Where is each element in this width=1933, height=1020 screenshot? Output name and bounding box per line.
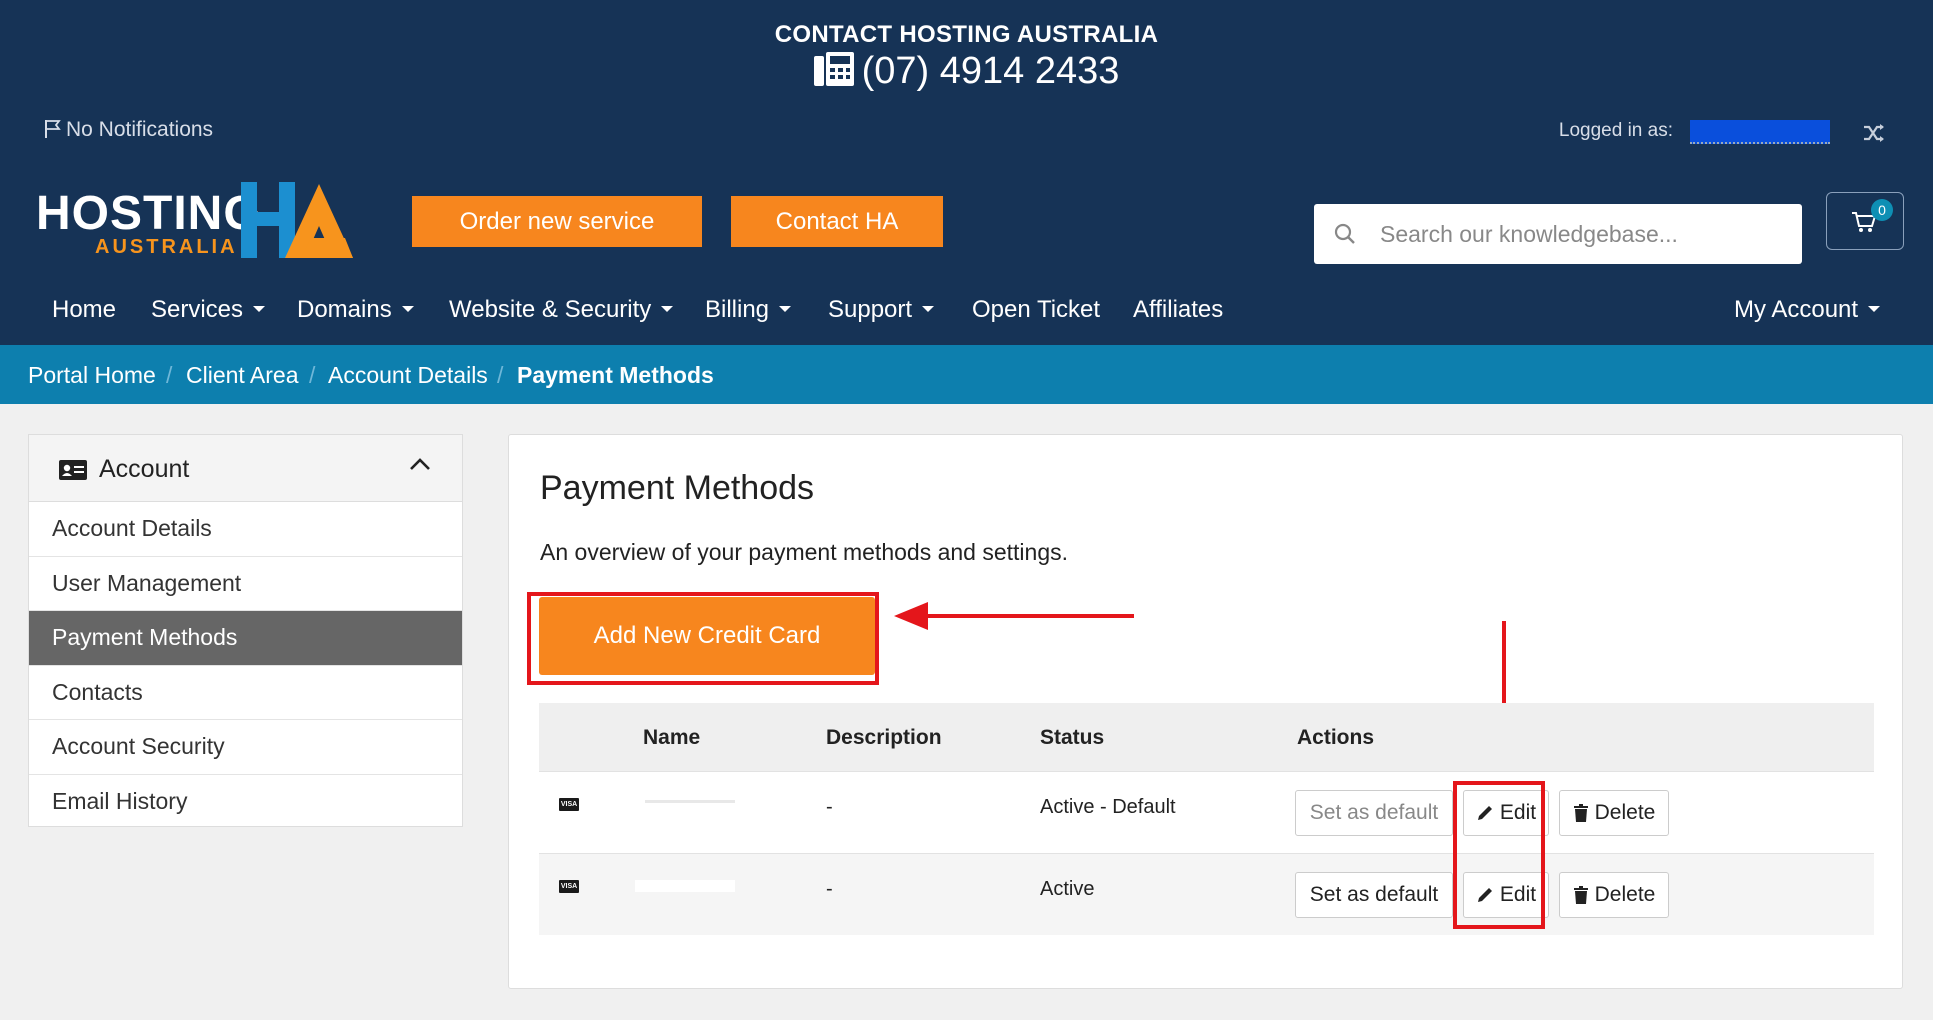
site-header: CONTACT HOSTING AUSTRALIA (07) 4914 2433… — [0, 0, 1933, 345]
caret-down-icon — [1868, 306, 1881, 312]
contact-ha-button[interactable]: Contact HA — [731, 196, 943, 247]
logo-main-text: HOSTING — [36, 187, 262, 240]
delete-label: Delete — [1594, 801, 1656, 824]
breadcrumb-current: Payment Methods — [517, 362, 714, 388]
visa-card-icon: VISA — [559, 798, 579, 811]
contact-title: CONTACT HOSTING AUSTRALIA — [774, 21, 1159, 48]
table-row: VISA - Active - Default Set as default E… — [539, 771, 1874, 853]
set-default-button[interactable]: Set as default — [1295, 872, 1453, 918]
masked-card-number — [635, 880, 735, 892]
table-header: Name Description Status Actions — [539, 703, 1874, 771]
notifications-label: No Notifications — [66, 118, 214, 141]
column-header-status: Status — [1040, 726, 1105, 749]
description-cell: - — [826, 878, 833, 900]
trash-icon — [1573, 804, 1588, 822]
nav-open-ticket[interactable]: Open Ticket — [972, 296, 1100, 324]
knowledgebase-search[interactable] — [1314, 204, 1802, 264]
delete-button[interactable]: Delete — [1559, 872, 1669, 918]
address-card-icon — [59, 460, 87, 480]
nav-domains[interactable]: Domains — [297, 296, 414, 324]
cart-button[interactable]: 0 — [1826, 192, 1904, 250]
column-header-description: Description — [826, 726, 942, 749]
search-icon — [1334, 223, 1355, 244]
masked-card-number — [645, 800, 735, 803]
chevron-up-icon[interactable] — [409, 457, 431, 471]
delete-label: Delete — [1594, 883, 1656, 906]
table-row: VISA - Active Set as default Edit Delete — [539, 853, 1874, 935]
breadcrumb-account-details[interactable]: Account Details — [328, 362, 488, 389]
nav-website-security[interactable]: Website & Security — [449, 296, 674, 324]
status-cell: Active — [1040, 878, 1095, 900]
nav-my-account[interactable]: My Account — [1734, 296, 1881, 324]
nav-support[interactable]: Support — [828, 296, 935, 324]
account-sidebar: Account Account Details User Management … — [28, 434, 463, 827]
nav-home[interactable]: Home — [52, 296, 116, 324]
nav-label: Domains — [297, 296, 392, 323]
caret-down-icon — [779, 306, 792, 312]
ha-logo-mark — [241, 182, 353, 258]
payment-methods-panel: Payment Methods An overview of your paym… — [508, 434, 1903, 989]
contact-phone[interactable]: (07) 4914 2433 — [0, 50, 1933, 93]
breadcrumb-separator: / — [166, 362, 173, 388]
notifications[interactable]: No Notifications — [44, 118, 213, 142]
sidebar-item-payment-methods[interactable]: Payment Methods — [29, 611, 462, 666]
page-subtitle: An overview of your payment methods and … — [540, 539, 1069, 565]
main-nav: Home Services Domains Website & Security… — [0, 296, 1933, 340]
nav-label: Support — [828, 296, 913, 323]
breadcrumb-portal-home[interactable]: Portal Home — [28, 362, 156, 389]
annotation-arrow-left-icon — [894, 602, 1134, 630]
annotation-box — [1453, 781, 1545, 929]
page-title: Payment Methods — [540, 469, 815, 507]
logged-in-user[interactable] — [1690, 120, 1830, 144]
delete-button[interactable]: Delete — [1559, 790, 1669, 836]
fax-phone-icon — [813, 52, 854, 86]
switch-account-icon[interactable] — [1862, 122, 1886, 144]
nav-label: My Account — [1734, 296, 1859, 323]
visa-card-icon: VISA — [559, 880, 579, 893]
nav-affiliates[interactable]: Affiliates — [1133, 296, 1223, 324]
set-default-button[interactable]: Set as default — [1295, 790, 1453, 836]
payment-methods-table: Name Description Status Actions VISA - A… — [539, 703, 1874, 935]
sidebar-item-email-history[interactable]: Email History — [29, 775, 462, 830]
nav-label: Billing — [705, 296, 770, 323]
logo-sub-text: AUSTRALIA — [95, 236, 238, 258]
search-input[interactable] — [1380, 220, 1760, 248]
caret-down-icon — [253, 306, 266, 312]
status-cell: Active - Default — [1040, 796, 1176, 818]
nav-billing[interactable]: Billing — [705, 296, 792, 324]
column-header-name: Name — [643, 726, 701, 749]
sidebar-title: Account — [99, 455, 190, 483]
add-new-credit-card-button[interactable]: Add New Credit Card — [539, 597, 875, 675]
breadcrumb-separator: / — [309, 362, 316, 388]
site-logo[interactable]: HOSTING AUSTRALIA — [36, 180, 376, 262]
breadcrumb-separator: / — [497, 362, 504, 388]
sidebar-item-account-security[interactable]: Account Security — [29, 720, 462, 775]
sidebar-item-account-details[interactable]: Account Details — [29, 502, 462, 557]
nav-label: Home — [52, 296, 117, 323]
nav-label: Open Ticket — [972, 296, 1101, 323]
trash-icon — [1573, 886, 1588, 904]
sidebar-item-user-management[interactable]: User Management — [29, 557, 462, 611]
caret-down-icon — [401, 306, 414, 312]
caret-down-icon — [922, 306, 935, 312]
cart-count-badge: 0 — [1871, 199, 1893, 221]
description-cell: - — [826, 796, 833, 818]
nav-label: Website & Security — [449, 296, 652, 323]
logged-in-label: Logged in as: — [1558, 120, 1673, 141]
nav-label: Affiliates — [1133, 296, 1224, 323]
breadcrumb: Portal Home / Client Area / Account Deta… — [0, 345, 1933, 404]
nav-label: Services — [151, 296, 244, 323]
phone-number: (07) 4914 2433 — [861, 50, 1120, 92]
sidebar-header[interactable]: Account — [29, 435, 462, 502]
nav-services[interactable]: Services — [151, 296, 266, 324]
breadcrumb-client-area[interactable]: Client Area — [186, 362, 299, 389]
sidebar-item-contacts[interactable]: Contacts — [29, 666, 462, 720]
order-new-service-button[interactable]: Order new service — [412, 196, 702, 247]
column-header-actions: Actions — [1297, 726, 1375, 749]
caret-down-icon — [661, 306, 674, 312]
flag-icon — [45, 120, 61, 138]
